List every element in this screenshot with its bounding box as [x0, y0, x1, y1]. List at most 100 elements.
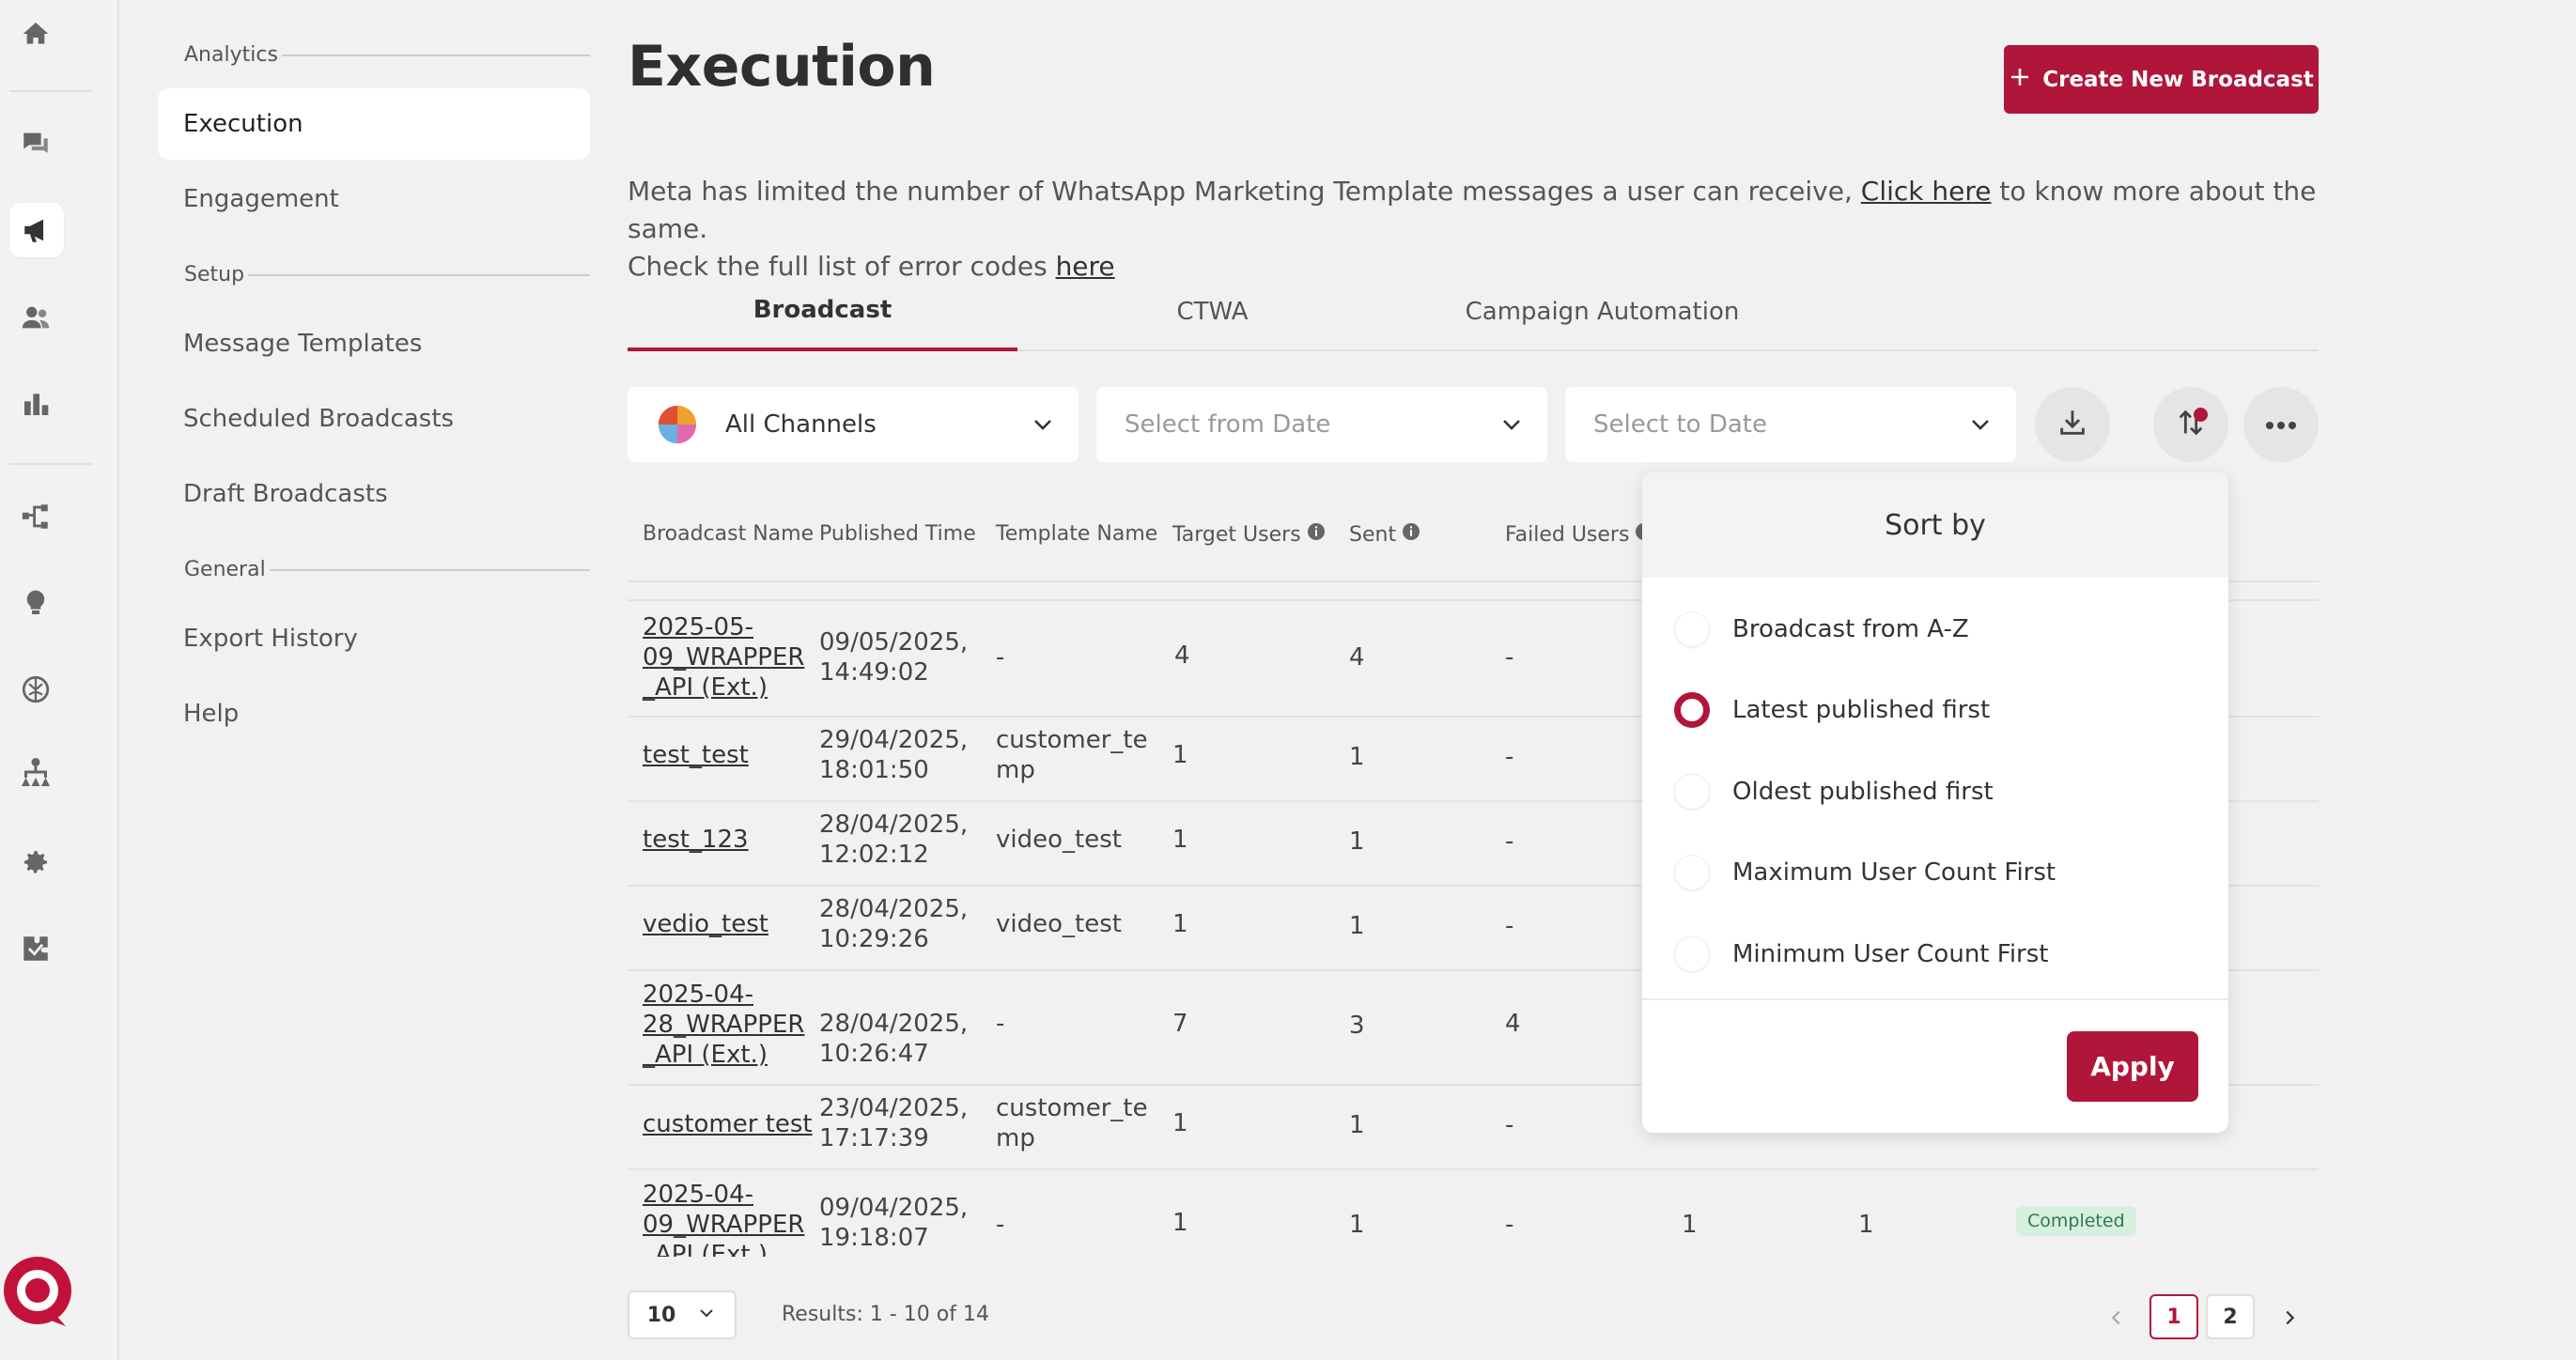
- column-header: Target Users: [1172, 522, 1326, 547]
- sort-option-oldest[interactable]: Oldest published first: [1674, 774, 1994, 810]
- nav-item-export-history[interactable]: Export History: [158, 603, 590, 674]
- target-users: 1: [1172, 910, 1188, 938]
- sent-count: 3: [1349, 1012, 1365, 1040]
- bulb-icon[interactable]: [17, 584, 54, 622]
- info-icon[interactable]: [1307, 522, 1326, 547]
- bar-chart-icon[interactable]: [17, 385, 54, 423]
- chat-icon[interactable]: [17, 125, 54, 162]
- apply-button[interactable]: Apply: [2067, 1031, 2198, 1102]
- next-page-icon[interactable]: [2273, 1302, 2305, 1334]
- column-header: Broadcast Name: [643, 522, 815, 546]
- divider: [628, 1168, 2319, 1170]
- broadcast-name-link[interactable]: 2025-05- 09_WRAPPER _API (Ext.): [643, 612, 804, 703]
- to-date-select[interactable]: Select to Date: [1565, 387, 2016, 462]
- target-users: 1: [1172, 1209, 1188, 1237]
- nav-section-setup: Setup: [184, 263, 590, 286]
- download-button[interactable]: [2035, 387, 2110, 462]
- broadcast-name-link[interactable]: test_test: [643, 740, 749, 770]
- chevron-down-icon: [696, 1304, 717, 1327]
- broadcast-name-link[interactable]: 2025-04- 09_WRAPPER _API (Ext.): [643, 1180, 804, 1257]
- chevron-down-icon: [1498, 413, 1525, 442]
- click-here-link[interactable]: Click here: [1861, 176, 1992, 207]
- hierarchy-icon[interactable]: [17, 753, 54, 791]
- gear-icon[interactable]: [17, 843, 54, 881]
- broadcast-name-link[interactable]: 2025-04- 28_WRAPPER _API (Ext.): [643, 980, 804, 1070]
- sent-count: 4: [1349, 643, 1365, 672]
- sort-button[interactable]: [2153, 387, 2228, 462]
- from-date-select[interactable]: Select from Date: [1096, 387, 1547, 462]
- users-icon[interactable]: [17, 299, 54, 336]
- puzzle-icon[interactable]: [17, 930, 54, 967]
- template-name: -: [996, 643, 1005, 672]
- published-time: 28/04/2025, 12:02:12: [819, 811, 969, 869]
- sort-option-a-z[interactable]: Broadcast from A-Z: [1674, 611, 1969, 647]
- page-size-select[interactable]: 10: [628, 1290, 737, 1339]
- info-icon[interactable]: [1402, 522, 1420, 547]
- template-name: customer_te mp: [996, 1094, 1148, 1152]
- broadcast-name-link[interactable]: test_123: [643, 825, 749, 855]
- target-users: 4: [1174, 641, 1190, 670]
- read-count: 1: [1858, 1211, 1874, 1239]
- sort-popup-title: Sort by: [1642, 472, 2228, 578]
- icon-sidebar: [0, 0, 119, 1360]
- template-name: customer_te mp: [996, 726, 1148, 784]
- chevron-down-icon: [1030, 413, 1056, 442]
- flow-icon[interactable]: [17, 498, 54, 535]
- radio-button[interactable]: [1674, 936, 1710, 972]
- tab-campaign-automation[interactable]: Campaign Automation: [1407, 272, 1797, 351]
- sort-option-latest[interactable]: Latest published first: [1674, 692, 1990, 728]
- column-header: Template Name: [996, 522, 1158, 546]
- tab-broadcast[interactable]: Broadcast: [628, 272, 1017, 351]
- broadcast-name-link[interactable]: vedio_test: [643, 909, 768, 939]
- nav-item-scheduled-broadcasts[interactable]: Scheduled Broadcasts: [158, 383, 590, 455]
- sent-count: 1: [1349, 912, 1365, 940]
- sent-count: 1: [1349, 743, 1365, 771]
- nav-item-draft-broadcasts[interactable]: Draft Broadcasts: [158, 458, 590, 530]
- more-options-button[interactable]: [2243, 387, 2319, 462]
- radio-button[interactable]: [1674, 611, 1710, 647]
- radio-button-selected[interactable]: [1674, 692, 1710, 728]
- template-name: video_test: [996, 910, 1122, 938]
- page-1-button[interactable]: 1: [2149, 1294, 2198, 1339]
- failed-users: 4: [1505, 1010, 1521, 1038]
- published-time: 09/04/2025, 19:18:07: [819, 1194, 969, 1252]
- published-time: 09/05/2025, 14:49:02: [819, 628, 969, 687]
- column-header: Published Time: [819, 522, 976, 546]
- megaphone-icon[interactable]: [9, 203, 64, 257]
- nav-item-execution[interactable]: Execution: [158, 88, 590, 160]
- radio-button[interactable]: [1674, 774, 1710, 810]
- tab-ctwa[interactable]: CTWA: [1017, 272, 1407, 351]
- status-badge: Completed: [2016, 1206, 2136, 1236]
- chevron-down-icon: [1967, 413, 1994, 442]
- broadcast-name-link[interactable]: customer test: [643, 1109, 813, 1139]
- nav-item-message-templates[interactable]: Message Templates: [158, 308, 590, 379]
- brand-logo-icon: [0, 1251, 75, 1334]
- nav-item-help[interactable]: Help: [158, 678, 590, 750]
- nav-section-general: General: [184, 558, 590, 581]
- published-time: 28/04/2025, 10:26:47: [819, 1010, 969, 1068]
- radio-button[interactable]: [1674, 855, 1710, 890]
- failed-users: -: [1505, 643, 1514, 672]
- page-2-button[interactable]: 2: [2206, 1294, 2255, 1339]
- home-icon[interactable]: [17, 15, 54, 53]
- failed-users: -: [1505, 912, 1514, 940]
- sent-count: 1: [1349, 1111, 1365, 1139]
- published-time: 23/04/2025, 17:17:39: [819, 1094, 969, 1152]
- published-time: 28/04/2025, 10:29:26: [819, 895, 969, 953]
- sent-count: 1: [1349, 1211, 1365, 1239]
- notice-text: Meta has limited the number of WhatsApp …: [628, 176, 2317, 282]
- template-name: -: [996, 1010, 1005, 1038]
- channel-select[interactable]: All Channels: [628, 387, 1079, 462]
- nav-item-engagement[interactable]: Engagement: [158, 163, 590, 235]
- column-header: Sent: [1349, 522, 1420, 547]
- prev-page-icon[interactable]: [2101, 1302, 2133, 1334]
- sort-option-min-users[interactable]: Minimum User Count First: [1674, 936, 2048, 972]
- column-header: Failed Users: [1505, 522, 1653, 547]
- create-broadcast-button[interactable]: Create New Broadcast: [2004, 45, 2319, 114]
- sent-count: 1: [1349, 827, 1365, 856]
- sort-option-max-users[interactable]: Maximum User Count First: [1674, 855, 2056, 890]
- delivered-count: 1: [1682, 1211, 1698, 1239]
- brain-icon[interactable]: [17, 671, 54, 708]
- divider: [9, 463, 92, 465]
- template-name: -: [996, 1211, 1005, 1239]
